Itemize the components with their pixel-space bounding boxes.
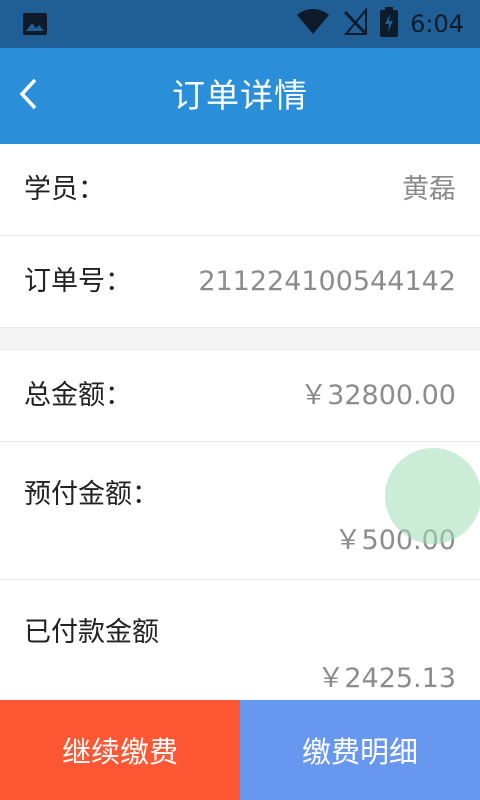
touch-ripple <box>385 448 480 544</box>
order-number-row: 订单号： 211224100544142 <box>0 236 480 328</box>
student-label: 学员： <box>24 174 105 205</box>
status-bar: 6:04 <box>0 0 480 48</box>
student-value: 黄磊 <box>402 174 456 205</box>
total-amount-value: ￥32800.00 <box>300 380 456 411</box>
continue-payment-button[interactable]: 继续缴费 <box>0 700 240 800</box>
image-icon <box>22 12 48 40</box>
page-title: 订单详情 <box>172 76 308 115</box>
section-divider <box>0 328 480 350</box>
total-amount-row: 总金额： ￥32800.00 <box>0 350 480 442</box>
prepaid-amount-label: 预付金额： <box>24 479 159 510</box>
battery-charging-icon <box>380 7 399 41</box>
student-row: 学员： 黄磊 <box>0 144 480 236</box>
paid-amount-value: ￥2425.13 <box>317 663 456 694</box>
status-time: 6:04 <box>410 10 464 38</box>
order-details: 学员： 黄磊 订单号： 211224100544142 总金额： ￥32800.… <box>0 144 480 718</box>
paid-amount-label: 已付款金额 <box>24 617 159 648</box>
order-number-label: 订单号： <box>24 266 132 297</box>
order-number-value: 211224100544142 <box>198 266 456 297</box>
action-bar: 继续缴费 缴费明细 <box>0 700 480 800</box>
paid-amount-row: 已付款金额 ￥2425.13 <box>0 580 480 718</box>
status-icons: 6:04 <box>296 6 464 42</box>
total-amount-label: 总金额： <box>24 380 132 411</box>
no-signal-icon <box>342 7 368 40</box>
app-bar: 订单详情 <box>0 48 480 144</box>
wifi-icon <box>296 9 330 39</box>
payment-details-button[interactable]: 缴费明细 <box>240 700 480 800</box>
